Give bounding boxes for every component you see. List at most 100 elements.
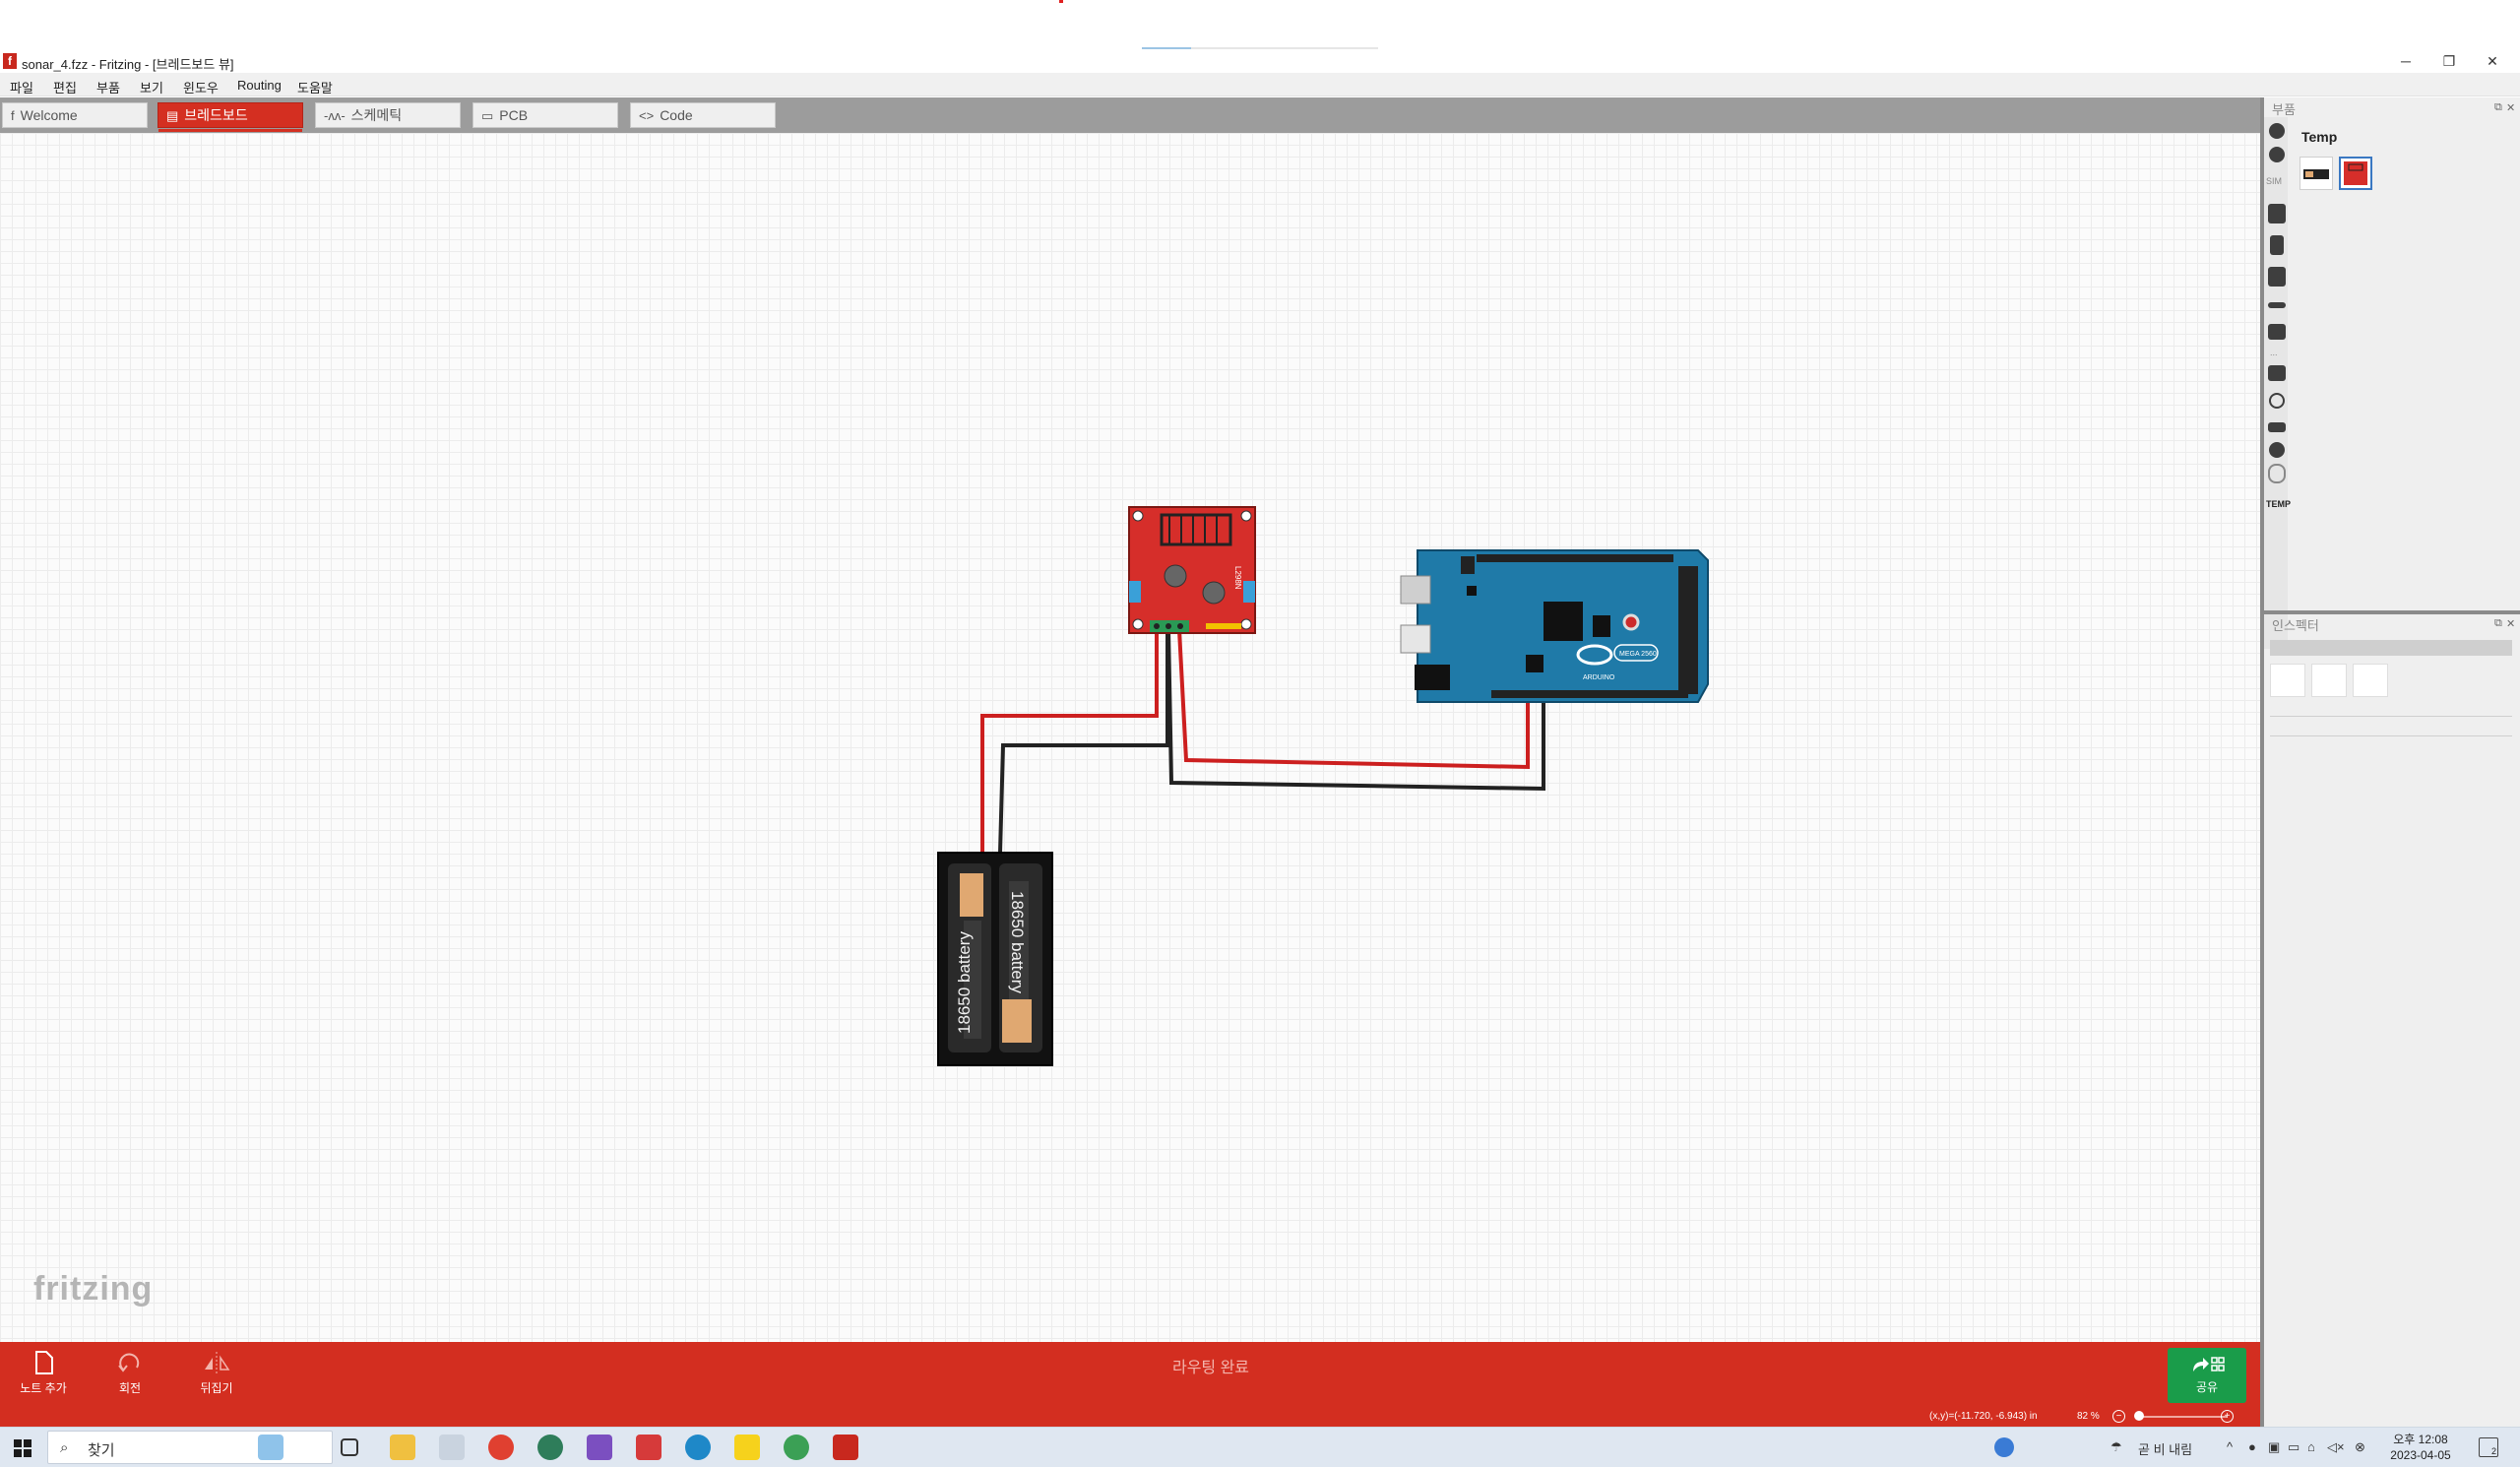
tray-display-icon[interactable]: ▭ [2288, 1439, 2300, 1455]
chrome-icon[interactable] [488, 1435, 514, 1460]
windows-taskbar: ⌕ 찾기 ☂ 곧 비 내림 ^ ● ▣ ▭ ⌂ ◁× ⊗ 오후 12:08 20… [0, 1427, 2520, 1467]
battery-right-label: 18650 battery [1008, 891, 1027, 993]
inspector-divider [2270, 735, 2512, 736]
routing-status: 라우팅 완료 [1171, 1360, 1250, 1376]
clock-time: 오후 12:08 [2393, 1433, 2448, 1446]
battery-holder[interactable]: 18650 battery 18650 battery [937, 852, 1053, 1066]
tab-pcb[interactable]: ▭ PCB [472, 102, 618, 128]
search-placeholder: 찾기 [88, 1442, 115, 1459]
wireless-bin-icon[interactable] [2269, 393, 2285, 409]
status-bar: (x,y)=(-11.720, -6.943) in 82 % − + [0, 1407, 2260, 1427]
undock-icon[interactable]: ⧉ [2494, 101, 2502, 114]
temp-bin-label[interactable]: TEMP [2266, 499, 2291, 509]
breadboard-icon: ▤ [166, 108, 179, 123]
visual-studio-icon[interactable] [587, 1435, 612, 1460]
menu-edit[interactable]: 편집 [53, 78, 77, 96]
zoom-in-icon[interactable]: + [2221, 1410, 2234, 1423]
restore-button[interactable]: ❐ [2427, 49, 2471, 73]
edge-icon[interactable] [685, 1435, 711, 1460]
menu-window[interactable]: 윈도우 [183, 78, 219, 96]
task-view-icon[interactable] [341, 1438, 358, 1456]
sim-bin-label[interactable]: SIM [2266, 176, 2282, 186]
bin-part-motor-driver[interactable] [2339, 157, 2372, 190]
menu-view[interactable]: 보기 [140, 78, 163, 96]
module-bin-icon[interactable] [2268, 365, 2286, 381]
menu-file[interactable]: 파일 [10, 78, 33, 96]
close-button[interactable]: ✕ [2471, 49, 2514, 73]
inspector-pcb-preview [2353, 664, 2388, 697]
zoom-slider-handle[interactable] [2134, 1411, 2144, 1421]
volume-icon[interactable]: ◁× [2327, 1439, 2345, 1455]
chrome-profile-icon[interactable] [537, 1435, 563, 1460]
weather-icon[interactable]: ☂ [2110, 1439, 2122, 1455]
bottom-toolbar: 노트 추가 회전 뒤집기 라우팅 완료 공유 [0, 1342, 2260, 1407]
indicator-dot [1059, 0, 1063, 3]
tab-schematic[interactable]: -ʌʌ- 스케메틱 [315, 102, 461, 128]
bin-part-battery[interactable] [2300, 157, 2333, 190]
kakaotalk-icon[interactable] [734, 1435, 760, 1460]
tab-welcome[interactable]: f Welcome [2, 102, 148, 128]
inspector-divider [2270, 716, 2512, 717]
inspector-undock-icon[interactable]: ⧉ [2494, 617, 2502, 630]
tray-misc-icon[interactable]: ⊗ [2355, 1439, 2365, 1455]
microcontroller-bin-icon[interactable] [2268, 267, 2286, 287]
inspector-breadboard-preview [2270, 664, 2305, 697]
motor-bin-icon[interactable] [2268, 422, 2286, 432]
minimize-button[interactable]: ─ [2384, 49, 2427, 73]
code-icon: <> [639, 108, 655, 123]
tray-app-icon[interactable]: ▣ [2268, 1439, 2280, 1455]
menu-help[interactable]: 도움말 [297, 78, 333, 96]
add-note-button[interactable]: 노트 추가 [4, 1348, 83, 1403]
arduino-mega-board[interactable]: ARDUINO MEGA 2560 [1400, 549, 1709, 703]
more-bins-label[interactable]: ... [2270, 348, 2278, 357]
flip-button[interactable]: 뒤집기 [177, 1348, 256, 1403]
chip-bin-icon[interactable] [2268, 204, 2286, 223]
windows-start-icon[interactable] [14, 1439, 32, 1457]
tab-label: 브레드보드 [184, 107, 248, 123]
weather-text[interactable]: 곧 비 내림 [2138, 1439, 2192, 1458]
battery-left-label: 18650 battery [955, 931, 974, 1034]
fritzing-taskbar-icon[interactable] [833, 1435, 858, 1460]
top-strip [0, 0, 2520, 53]
connector-bin-icon[interactable] [2270, 235, 2284, 255]
inspector-close-icon[interactable]: ✕ [2506, 617, 2515, 630]
zoom-out-icon[interactable]: − [2112, 1410, 2125, 1423]
wire-battery-neg-to-driver[interactable] [998, 630, 1169, 854]
core-parts-icon[interactable] [2269, 147, 2285, 162]
chevron-up-icon[interactable]: ^ [2227, 1439, 2233, 1454]
menu-routing[interactable]: Routing [237, 78, 282, 93]
flip-icon [205, 1352, 230, 1373]
notification-center-icon[interactable]: 2 [2479, 1437, 2498, 1457]
taskbar-clock[interactable]: 오후 12:08 2023-04-05 [2382, 1432, 2459, 1463]
mine-bin-icon[interactable] [2268, 464, 2286, 483]
fritzing-app-icon: f [3, 53, 17, 69]
inspector-schematic-preview [2311, 664, 2347, 697]
panel-splitter[interactable] [2264, 610, 2520, 614]
hex-bin-icon[interactable] [2269, 442, 2285, 458]
resistor-bin-icon[interactable] [2268, 302, 2286, 308]
tab-breadboard[interactable]: ▤ 브레드보드 [158, 102, 303, 132]
chrome-alt-icon[interactable] [784, 1435, 809, 1460]
share-label: 공유 [2195, 1380, 2219, 1394]
app-red-icon[interactable] [636, 1435, 662, 1460]
taskbar-search-box[interactable]: ⌕ 찾기 [47, 1431, 333, 1464]
breadboard-canvas[interactable]: L298N ARDUINO MEGA 2560 18650 battery 18… [0, 133, 2260, 1342]
rotate-button[interactable]: 회전 [91, 1348, 169, 1403]
close-panel-icon[interactable]: ✕ [2506, 101, 2515, 114]
search-parts-icon[interactable] [2269, 123, 2285, 139]
wire-battery-pos-to-driver[interactable] [980, 630, 1159, 853]
title-bar: f sonar_4.fzz - Fritzing - [브레드보드 뷰] ─ ❐… [0, 49, 2520, 73]
share-button[interactable]: 공유 [2168, 1348, 2246, 1403]
fritzing-icon: f [11, 108, 15, 123]
file-explorer-icon[interactable] [390, 1435, 415, 1460]
motor-driver-board[interactable]: L298N [1128, 506, 1256, 634]
snipping-tool-icon[interactable] [439, 1435, 465, 1460]
search-highlight-icon[interactable] [258, 1435, 284, 1460]
help-tray-icon[interactable] [1994, 1437, 2014, 1457]
tray-network-icon[interactable]: ⌂ [2307, 1439, 2315, 1454]
menu-parts[interactable]: 부품 [96, 78, 120, 96]
tab-code[interactable]: <> Code [630, 102, 776, 128]
zoom-slider[interactable] [2136, 1416, 2227, 1418]
sensor-bin-icon[interactable] [2268, 324, 2286, 340]
tray-chat-icon[interactable]: ● [2248, 1439, 2256, 1454]
